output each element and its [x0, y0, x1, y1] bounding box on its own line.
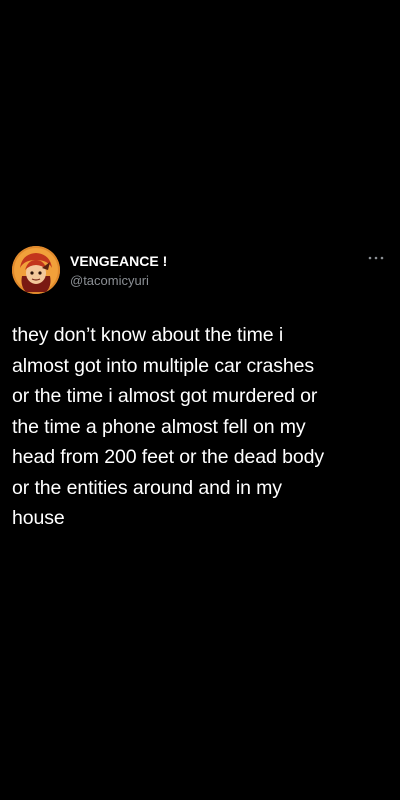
avatar[interactable]	[12, 246, 60, 294]
user-handle[interactable]: @tacomicyuri	[70, 272, 167, 290]
cartoon-character-avatar-icon	[12, 246, 60, 294]
display-name[interactable]: VENGEANCE !	[70, 252, 167, 270]
more-options-icon	[368, 256, 384, 260]
more-options-button[interactable]	[366, 252, 386, 264]
tweet-text: they don’t know about the time i almost …	[12, 324, 324, 529]
tweet-header: VENGEANCE ! @tacomicyuri	[12, 242, 388, 298]
tweet-card: VENGEANCE ! @tacomicyuri they don’t know…	[12, 242, 388, 534]
author-names: VENGEANCE ! @tacomicyuri	[70, 252, 167, 290]
